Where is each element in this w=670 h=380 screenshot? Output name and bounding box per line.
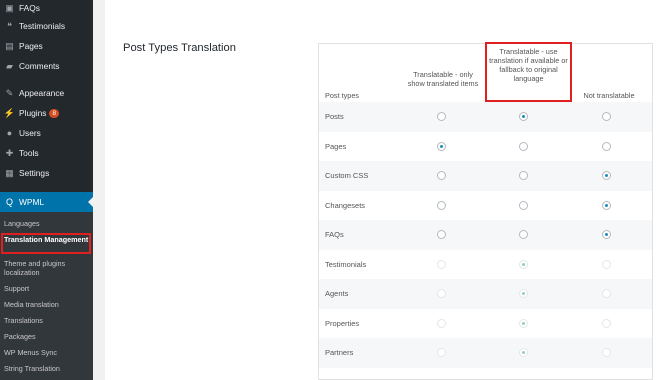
current-menu-arrow <box>88 197 93 207</box>
sidebar-item-label: Users <box>19 128 41 138</box>
plugins-icon: ⚡ <box>3 107 16 118</box>
sidebar-item-label: Comments <box>19 61 60 71</box>
submenu-item-media-translation[interactable]: Media translation <box>4 300 90 310</box>
sidebar-item-label: Appearance <box>19 88 65 98</box>
radio-fallback <box>519 318 528 328</box>
faq-icon: ▣ <box>5 2 14 13</box>
sidebar-item-label: Pages <box>19 41 43 51</box>
sidebar-item-label: Tools <box>19 148 39 158</box>
radio-not-translatable[interactable] <box>602 171 611 180</box>
radio-only-translated[interactable] <box>437 112 446 121</box>
sidebar-item-label: Plugins <box>19 108 47 118</box>
radio-fallback[interactable] <box>519 230 528 239</box>
submenu-item-languages[interactable]: Languages <box>4 219 90 229</box>
sidebar-item-tools[interactable]: ✚ Tools <box>0 143 93 163</box>
radio-not-translatable[interactable] <box>602 200 611 210</box>
radio-only-translated <box>437 289 446 298</box>
header-post-types: Post types <box>325 91 360 100</box>
submenu-item-translations[interactable]: Translations <box>4 316 90 326</box>
radio-only-translated <box>437 348 446 357</box>
sidebar-item-label: FAQs <box>19 3 40 13</box>
post-type-label: Pages <box>325 141 347 151</box>
submenu-item-theme-and-plugins-localization[interactable]: Theme and plugins localization <box>4 259 90 277</box>
update-count-badge: 8 <box>49 108 60 118</box>
sidebar-item-label: Settings <box>19 168 50 178</box>
section-title: Post Types Translation <box>123 42 236 54</box>
post-type-label: FAQs <box>325 230 344 239</box>
radio-fallback <box>519 289 528 298</box>
post-type-label: Partners <box>325 348 354 357</box>
radio-not-translatable[interactable] <box>602 141 611 151</box>
header-only-translated: Translatable - only show translated item… <box>407 70 479 88</box>
sidebar-item-comments[interactable]: ▰ Comments <box>0 56 93 76</box>
appearance-icon: ✎ <box>5 87 14 98</box>
radio-not-translatable <box>602 259 611 269</box>
sidebar-item-pages[interactable]: ▤ Pages <box>0 36 93 56</box>
radio-not-translatable <box>602 318 611 328</box>
radio-only-translated[interactable] <box>437 200 446 210</box>
wpml-icon: Q <box>5 197 13 207</box>
radio-fallback[interactable] <box>519 112 528 121</box>
sidebar-item-appearance[interactable]: ✎ Appearance <box>0 83 93 103</box>
submenu-item-wp-menus-sync[interactable]: WP Menus Sync <box>4 348 90 358</box>
radio-fallback[interactable] <box>519 171 528 180</box>
sidebar-item-settings[interactable]: ▦ Settings <box>0 163 93 183</box>
post-type-label: Posts <box>325 112 344 121</box>
submenu-item-string-translation[interactable]: String Translation <box>4 364 90 374</box>
radio-only-translated <box>437 259 446 269</box>
settings-icon: ▦ <box>5 167 14 178</box>
translation-management-highlight-box <box>1 233 91 254</box>
post-type-label: Properties <box>325 318 360 328</box>
quote-icon: ❝ <box>7 20 12 31</box>
post-type-label: Custom CSS <box>325 171 369 180</box>
sidebar-item-users[interactable]: ● Users <box>0 123 93 143</box>
radio-fallback[interactable] <box>519 200 528 210</box>
radio-fallback <box>519 259 528 269</box>
users-icon: ● <box>6 128 13 138</box>
radio-fallback[interactable] <box>519 141 528 151</box>
header-not-translatable: Not translatable <box>583 91 635 100</box>
pages-icon: ▤ <box>5 40 14 51</box>
radio-only-translated[interactable] <box>437 230 446 239</box>
sidebar-item-label: Testimonials <box>19 21 66 31</box>
radio-fallback <box>519 348 528 357</box>
sidebar-item-label: WPML <box>19 197 45 207</box>
post-type-label: Testimonials <box>325 259 367 269</box>
radio-not-translatable <box>602 348 611 357</box>
admin-sidebar: ▣ FAQs ❝ Testimonials ▤ Pages ▰ Comments ✎ Appear… <box>0 0 93 380</box>
radio-only-translated <box>437 318 446 328</box>
radio-not-translatable[interactable] <box>602 112 611 121</box>
radio-not-translatable[interactable] <box>602 230 611 239</box>
submenu-item-packages[interactable]: Packages <box>4 332 90 342</box>
tools-icon: ✚ <box>5 147 14 158</box>
submenu-item-support[interactable]: Support <box>4 284 90 294</box>
comments-icon: ▰ <box>6 60 13 71</box>
wp-admin-screen: ▣ FAQs ❝ Testimonials ▤ Pages ▰ Comments ✎ Appear… <box>0 0 670 380</box>
radio-only-translated[interactable] <box>437 141 446 151</box>
post-type-label: Agents <box>325 289 349 298</box>
radio-not-translatable <box>602 289 611 298</box>
sidebar-item-plugins[interactable]: ⚡ Plugins 8 <box>0 103 93 123</box>
fallback-highlight-box <box>485 42 572 102</box>
sidebar-item-wpml[interactable]: Q WPML <box>0 192 93 212</box>
post-type-label: Changesets <box>325 200 366 210</box>
radio-only-translated[interactable] <box>437 171 446 180</box>
sidebar-item-testimonials[interactable]: ❝ Testimonials <box>0 16 93 36</box>
